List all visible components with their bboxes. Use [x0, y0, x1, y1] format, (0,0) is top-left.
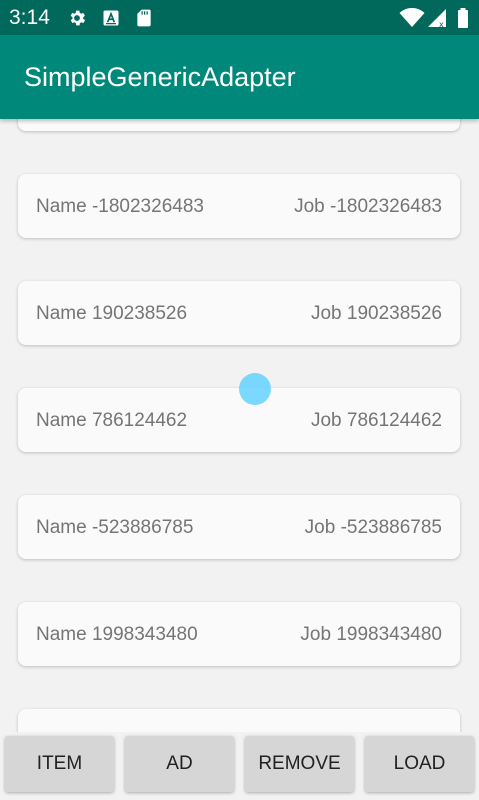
list-item[interactable] [18, 709, 460, 732]
list-item[interactable] [18, 119, 460, 131]
item-job: Job -1802326483 [294, 196, 442, 217]
item-button[interactable]: ITEM [5, 736, 114, 792]
item-name: Name 786124462 [36, 410, 188, 431]
wifi-icon [399, 8, 425, 27]
signal-icon: x [428, 9, 446, 28]
status-bar: 3:14 x [0, 0, 479, 35]
app-title: SimpleGenericAdapter [24, 62, 296, 92]
app-bar: SimpleGenericAdapter [0, 35, 479, 119]
list-item[interactable]: Name 190238526 Job 190238526 [18, 281, 460, 345]
item-list[interactable]: Name -1802326483 Job -1802326483 Name 19… [0, 119, 479, 732]
item-name: Name 190238526 [36, 303, 188, 324]
item-name: Name 1998343480 [36, 624, 198, 645]
item-job: Job 786124462 [310, 410, 442, 431]
list-item[interactable]: Name -1802326483 Job -1802326483 [18, 174, 460, 238]
remove-button[interactable]: REMOVE [245, 736, 354, 792]
load-button[interactable]: LOAD [365, 736, 474, 792]
list-item[interactable]: Name 1998343480 Job 1998343480 [18, 602, 460, 666]
status-time: 3:14 [9, 6, 50, 29]
item-job: Job -523886785 [304, 517, 442, 538]
item-name: Name -1802326483 [36, 196, 204, 217]
gear-icon [70, 10, 86, 26]
item-job: Job 1998343480 [300, 624, 442, 645]
ad-button[interactable]: AD [125, 736, 234, 792]
item-job: Job 190238526 [310, 303, 442, 324]
bottom-action-bar: ITEM AD REMOVE LOAD [0, 732, 479, 800]
touch-indicator [239, 373, 271, 405]
battery-icon [458, 8, 468, 28]
svg-text:x: x [439, 20, 444, 28]
sd-card-icon [137, 9, 151, 27]
list-item[interactable]: Name -523886785 Job -523886785 [18, 495, 460, 559]
list-item[interactable]: Name 786124462 Job 786124462 [18, 388, 460, 452]
item-name: Name -523886785 [36, 517, 194, 538]
a-box-icon [103, 10, 119, 26]
